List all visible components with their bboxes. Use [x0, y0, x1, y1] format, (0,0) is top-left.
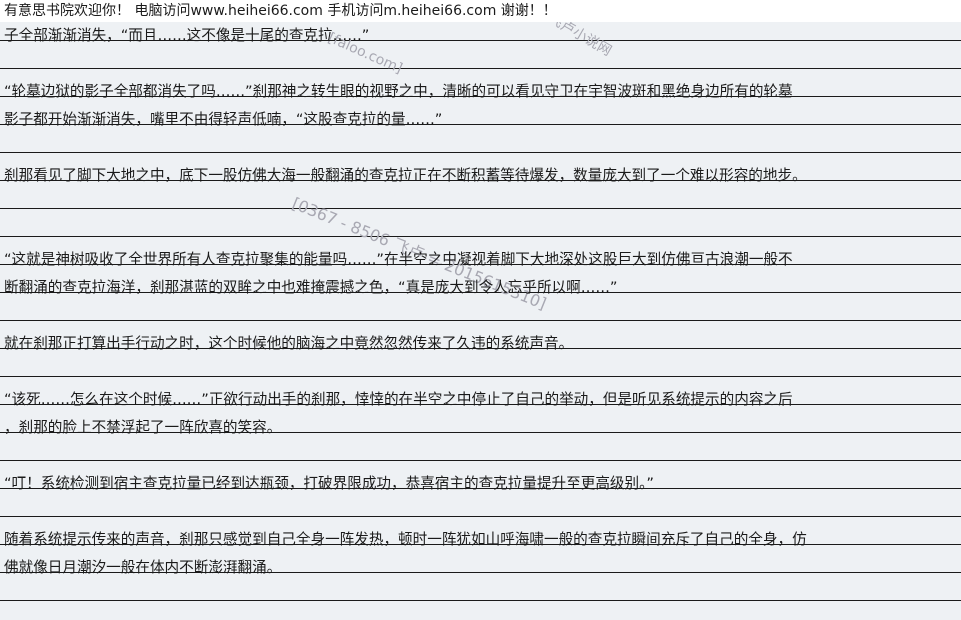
- text-line: [4, 134, 948, 162]
- text-line: 就在刹那正打算出手行动之时，这个时候他的脑海之中竟然忽然传来了久违的系统声音。: [4, 335, 574, 352]
- text-line: [4, 50, 948, 78]
- text-line: 断翻涌的查克拉海洋，刹那湛蓝的双眸之中也难掩震撼之色，“真是庞大到令人忘乎所以啊…: [4, 279, 618, 296]
- text-line: [4, 442, 948, 470]
- text-line: [4, 218, 948, 246]
- text-line: [4, 302, 948, 330]
- text-line: ，刹那的脸上不禁浮起了一阵欣喜的笑容。: [4, 419, 282, 436]
- text-line: 佛就像日月潮汐一般在体内不断澎湃翻涌。: [4, 559, 282, 576]
- text-line: 影子都开始渐渐消失，嘴里不由得轻声低喃，“这股查克拉的量……”: [4, 111, 443, 128]
- text-line: 刹那看见了脚下大地之中，底下一股仿佛大海一般翻涌的查克拉正在不断积蓄等待爆发，数…: [4, 167, 807, 184]
- site-banner: 有意思书院欢迎你！ 电脑访问www.heihei66.com 手机访问m.hei…: [0, 0, 961, 22]
- text-line: “轮墓边狱的影子全部都消失了吗……”刹那神之转生眼的视野之中，清晰的可以看见守卫…: [4, 83, 793, 100]
- text-line: 子全部渐渐消失，“而且……这不像是十尾的查克拉……”: [4, 27, 370, 44]
- text-line: “该死……怎么在这个时候……”正欲行动出手的刹那，悻悻的在半空之中停止了自己的举…: [4, 391, 793, 408]
- chapter-text: 子全部渐渐消失，“而且……这不像是十尾的查克拉……” “轮墓边狱的影子全部都消失…: [4, 22, 948, 582]
- text-line: [4, 498, 948, 526]
- text-line: 随着系统提示传来的声音，刹那只感觉到自己全身一阵发热，顿时一阵犹如山呼海啸一般的…: [4, 531, 807, 548]
- text-line: “叮！系统检测到宿主查克拉量已经到达瓶颈，打破界限成功，恭喜宿主的查克拉量提升至…: [4, 475, 654, 492]
- text-line: [4, 358, 948, 386]
- text-line: “这就是神树吸收了全世界所有人查克拉聚集的能量吗……”在半空之中凝视着脚下大地深…: [4, 251, 793, 268]
- text-line: [4, 190, 948, 218]
